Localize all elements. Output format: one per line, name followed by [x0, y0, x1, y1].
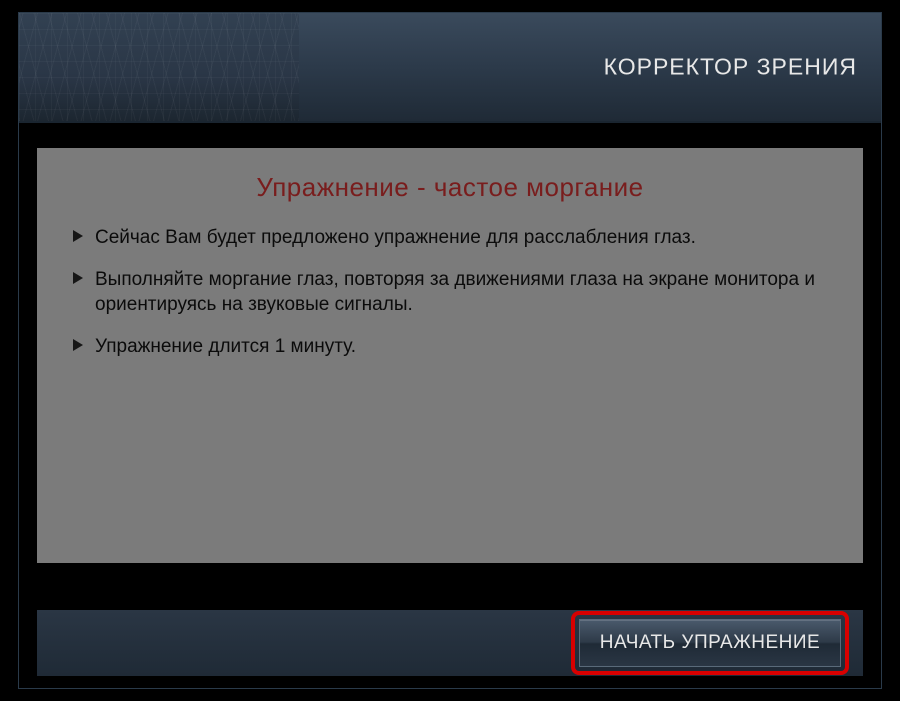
app-frame: КОРРЕКТОР ЗРЕНИЯ Упражнение - частое мор…	[18, 12, 882, 689]
content-panel: Упражнение - частое моргание Сейчас Вам …	[37, 148, 863, 563]
triangle-bullet-icon	[73, 272, 83, 284]
start-exercise-button[interactable]: НАЧАТЬ УПРАЖНЕНИЕ	[579, 619, 841, 667]
app-header: КОРРЕКТОР ЗРЕНИЯ	[19, 13, 881, 123]
start-button-highlight: НАЧАТЬ УПРАЖНЕНИЕ	[571, 611, 849, 675]
triangle-bullet-icon	[73, 339, 83, 351]
triangle-bullet-icon	[73, 230, 83, 242]
exercise-title: Упражнение - частое моргание	[73, 172, 827, 203]
instruction-text: Упражнение длится 1 минуту.	[95, 334, 356, 360]
list-item: Сейчас Вам будет предложено упражнение д…	[73, 225, 827, 251]
app-title: КОРРЕКТОР ЗРЕНИЯ	[604, 54, 857, 81]
header-decorative-pattern	[19, 13, 299, 121]
footer-bar: НАЧАТЬ УПРАЖНЕНИЕ	[37, 610, 863, 676]
list-item: Выполняйте моргание глаз, повторяя за дв…	[73, 267, 827, 318]
instruction-text: Выполняйте моргание глаз, повторяя за дв…	[95, 267, 827, 318]
list-item: Упражнение длится 1 минуту.	[73, 334, 827, 360]
instruction-list: Сейчас Вам будет предложено упражнение д…	[73, 225, 827, 360]
instruction-text: Сейчас Вам будет предложено упражнение д…	[95, 225, 696, 251]
